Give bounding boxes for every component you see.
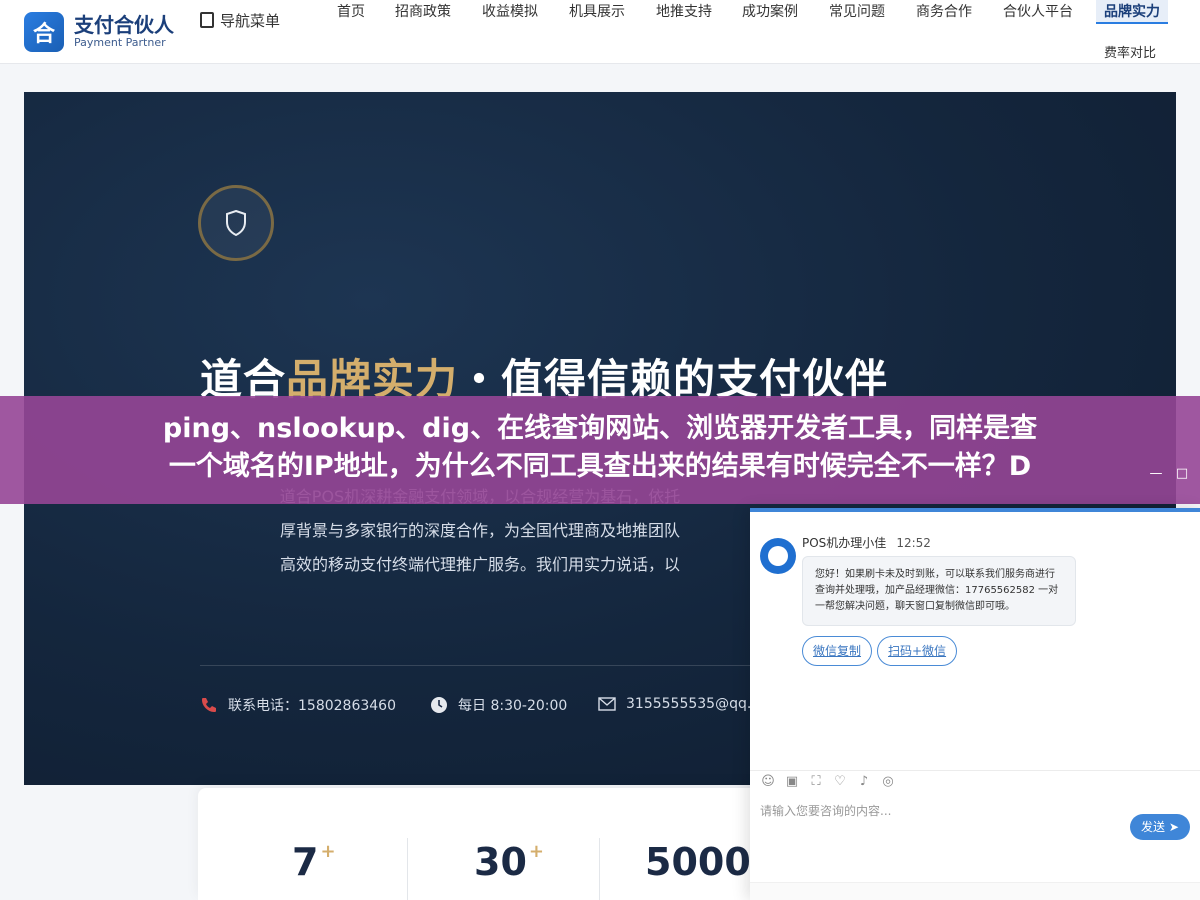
nav-item-policy[interactable]: 招商政策 <box>395 0 451 24</box>
nav-menu-button[interactable]: 导航菜单 <box>200 8 280 34</box>
chat-footer <box>750 882 1200 900</box>
like-icon[interactable]: ♡ <box>832 774 848 790</box>
message-time: 12:52 <box>896 536 931 550</box>
overlay-line: 一个域名的IP地址，为什么不同工具查出来的结果有时候完全不一样？D <box>168 451 1032 482</box>
wechat-copy-button[interactable]: 微信复制 <box>802 636 873 666</box>
overlay-text: ping、nslookup、dig、在线查询网站、浏览器开发者工具，同样是查 一… <box>0 410 1200 486</box>
nav-item-rate-compare[interactable]: 费率对比 <box>1104 42 1156 66</box>
scan-wechat-button[interactable]: 扫码+微信 <box>877 636 958 666</box>
stat-divider <box>599 838 600 900</box>
stat-value: 5000 <box>645 840 751 884</box>
contact-email[interactable]: 3155555535@qq.co <box>598 695 768 713</box>
phone-icon <box>202 698 216 712</box>
mail-icon <box>598 697 616 711</box>
nav-menu-label: 导航菜单 <box>220 12 281 30</box>
contact-phone[interactable]: 联系电话：15802863460 <box>200 695 396 715</box>
nav-item-cases[interactable]: 成功案例 <box>742 0 798 24</box>
chat-input[interactable] <box>760 802 1120 862</box>
agent-name: POS机办理小佳 <box>802 536 887 550</box>
stat-value: 7 <box>292 840 319 884</box>
stat-banks: 30 + <box>474 840 544 884</box>
image-icon[interactable]: ▣ <box>784 774 800 790</box>
shield-badge <box>198 185 274 261</box>
stat-suffix: + <box>320 841 336 862</box>
voice-icon[interactable]: ♪ <box>856 774 872 790</box>
rating-icon[interactable]: ◎ <box>880 774 896 790</box>
site-logo[interactable]: 合 支付合伙人 Payment Partner <box>24 12 174 52</box>
email-text: 3155555535@qq.co <box>626 696 768 712</box>
emoji-icon[interactable]: ☺ <box>760 774 776 790</box>
clock-icon <box>431 697 447 713</box>
stat-divider <box>407 838 408 900</box>
desc-line: 高效的移动支付终端代理推广服务。我们用实力说话，以 <box>279 555 680 574</box>
nav-item-profit-sim[interactable]: 收益模拟 <box>482 0 538 24</box>
stat-suffix: + <box>528 841 544 862</box>
stat-value: 30 <box>474 840 527 884</box>
contact-hours: 每日 8:30-20:00 <box>430 695 567 715</box>
logo-text: 支付合伙人 Payment Partner <box>74 14 174 50</box>
article-title-overlay[interactable]: ping、nslookup、dig、在线查询网站、浏览器开发者工具，同样是查 一… <box>0 396 1200 504</box>
logo-mark: 合 <box>24 12 64 52</box>
nav-item-field-support[interactable]: 地推支持 <box>656 0 712 24</box>
site-header: 合 支付合伙人 Payment Partner 导航菜单 首页 招商政策 收益模… <box>0 0 1200 64</box>
chat-message-bubble: 您好！如果刷卡未及时到账，可以联系我们服务商进行查询并处理哦，加产品经理微信：1… <box>802 556 1076 626</box>
agent-avatar <box>760 538 796 574</box>
hours-text: 每日 8:30-20:00 <box>458 698 568 714</box>
send-label: 发送 <box>1141 820 1166 834</box>
shield-icon <box>226 210 246 236</box>
overlay-line: ping、nslookup、dig、在线查询网站、浏览器开发者工具，同样是查 <box>162 413 1038 444</box>
maximize-icon[interactable]: □ <box>1170 462 1194 486</box>
phone-text: 联系电话：15802863460 <box>228 698 396 714</box>
screenshot-icon[interactable]: ⛶ <box>808 774 824 790</box>
nav-item-faq[interactable]: 常见问题 <box>829 0 885 24</box>
clipboard-icon <box>200 12 214 28</box>
stat-years: 7 + <box>292 840 336 884</box>
nav-item-business[interactable]: 商务合作 <box>916 0 972 24</box>
logo-cn: 支付合伙人 <box>74 13 174 37</box>
minimize-icon[interactable]: — <box>1144 462 1168 486</box>
agent-header: POS机办理小佳 12:52 <box>802 534 931 551</box>
main-nav: 首页 招商政策 收益模拟 机具展示 地推支持 成功案例 常见问题 商务合作 合伙… <box>320 0 1176 64</box>
nav-item-brand-strength[interactable]: 品牌实力 <box>1096 0 1168 24</box>
face-icon <box>768 546 788 566</box>
send-button[interactable]: 发送 ➤ <box>1130 814 1190 840</box>
nav-item-home[interactable]: 首页 <box>337 0 365 24</box>
desc-line: 厚背景与多家银行的深度合作，为全国代理商及地推团队 <box>279 521 680 540</box>
chat-widget: POS机办理小佳 12:52 您好！如果刷卡未及时到账，可以联系我们服务商进行查询… <box>750 508 1200 900</box>
nav-item-devices[interactable]: 机具展示 <box>569 0 625 24</box>
nav-item-partner-platform[interactable]: 合伙人平台 <box>1003 0 1073 24</box>
chat-toolbar-divider <box>750 770 1200 771</box>
logo-en: Payment Partner <box>74 36 166 49</box>
